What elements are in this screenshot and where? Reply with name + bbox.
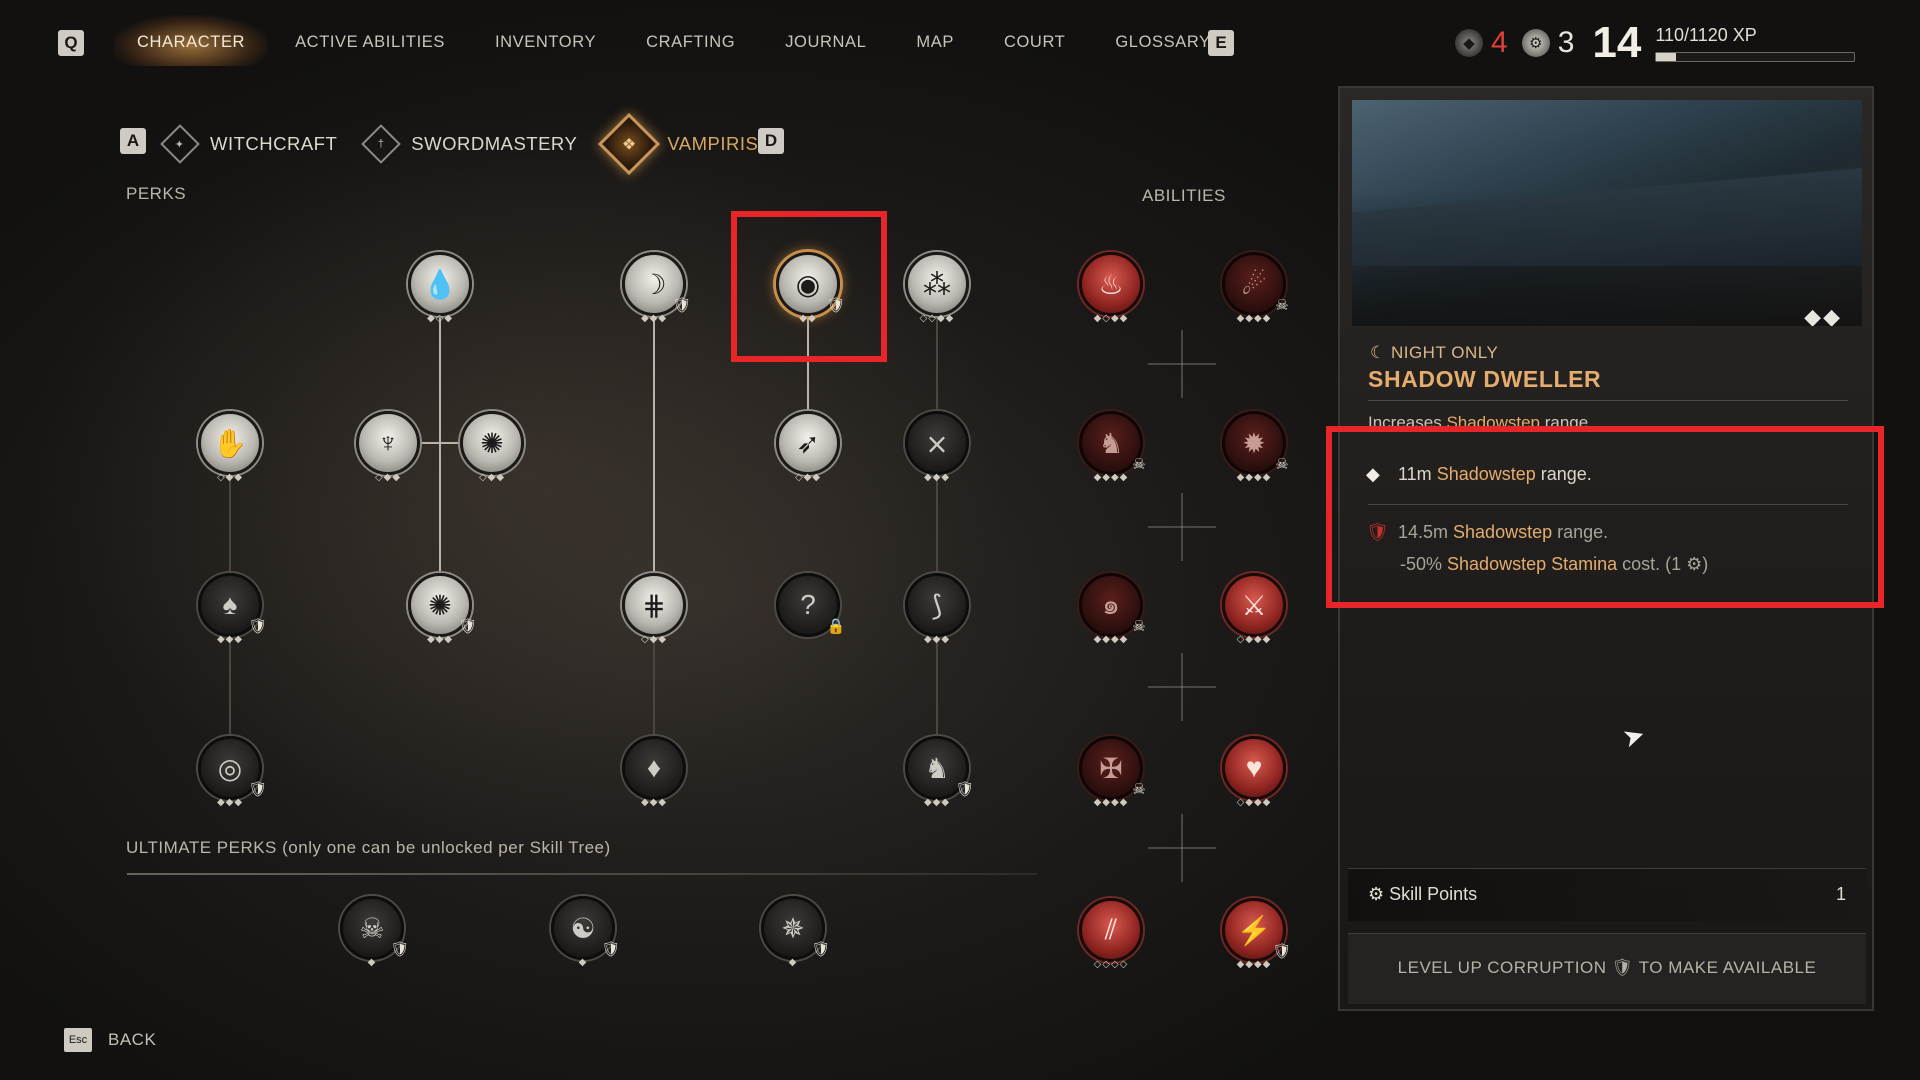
ability-connector: [1148, 653, 1216, 721]
xp-bar-fill: [1656, 52, 1676, 61]
fangs-icon: ♆: [356, 411, 420, 475]
perk-node[interactable]: ✺ ◇◆◆: [459, 410, 525, 483]
perk-node[interactable]: ♆ ◇◆◆: [355, 410, 421, 483]
perk-node[interactable]: ✋ ◇◆◆: [197, 410, 263, 483]
perk-node[interactable]: ♦ ◆◆◆: [621, 735, 687, 808]
ability-node[interactable]: ๑ ☠ ◆◆◆◆: [1078, 572, 1146, 645]
fanged-mouth-icon: ♨: [1079, 252, 1143, 316]
ultimate-perk-node[interactable]: ✵ 🛡 ◆: [760, 895, 831, 968]
ability-connector: [1148, 493, 1216, 561]
next-tab-key[interactable]: E: [1208, 30, 1234, 56]
ultimate-divider: [127, 873, 1037, 875]
perk-node[interactable]: ♠ 🛡 ◆◆◆: [197, 572, 268, 645]
xp-text: 110/1120 XP: [1655, 24, 1757, 45]
perk-node[interactable]: ♞ 🛡 ◆◆◆: [904, 735, 975, 808]
shadowstep-icon: ➶: [776, 411, 840, 475]
perk-node-locked[interactable]: ? 🔒: [775, 572, 845, 638]
ability-node[interactable]: ♨ ◆◇◆◆: [1078, 251, 1144, 324]
ability-node[interactable]: ♞ ☠ ◆◆◆◆: [1078, 410, 1146, 483]
perk-preview-image: ◆◆: [1352, 100, 1862, 326]
skill-points-value: 1: [1835, 884, 1846, 904]
claw-icon: ⟆: [905, 573, 969, 637]
skill-point-icon: ⚙: [1368, 884, 1390, 904]
claw-marks-icon: ⨯: [905, 411, 969, 475]
skill-points-hud: 3: [1557, 26, 1575, 59]
ultimate-perk-node[interactable]: ☠ 🛡 ◆: [339, 895, 410, 968]
rank-effects-highlight: [1326, 426, 1884, 608]
night-only-tag: ☾ NIGHT ONLY: [1370, 343, 1499, 362]
heart-icon: ♥: [1222, 736, 1286, 800]
unlock-requirement: LEVEL UP CORRUPTION 🛡 TO MAKE AVAILABLE: [1348, 933, 1866, 1004]
perk-node[interactable]: ⁂ ◇◇◆◆: [904, 251, 970, 324]
selected-perk-highlight: [731, 211, 887, 362]
clawed-hand-icon: ✋: [198, 411, 262, 475]
esc-key: Esc: [64, 1028, 92, 1052]
perk-node[interactable]: ✺ 🛡 ◆◆◆: [407, 572, 478, 645]
abilities-heading: ABILITIES: [1142, 186, 1226, 205]
ability-node[interactable]: ⫽ ◇◇◇◇: [1078, 897, 1144, 970]
lock-icon: 🔒: [826, 618, 846, 635]
perk-node[interactable]: ☽ 🛡 ◆◆◆: [621, 251, 692, 324]
perk-node[interactable]: ⨯ ◆◆◆: [904, 410, 970, 483]
skill-points-row: ⚙ Skill Points 1: [1348, 868, 1866, 921]
ability-node[interactable]: ✹ ☠ ◆◆◆◆: [1221, 410, 1289, 483]
ultimate-perk-node[interactable]: ☯ 🛡 ◆: [550, 895, 621, 968]
ability-node[interactable]: ♥ ◇◆◆◆: [1221, 735, 1287, 808]
claw-slash-icon: ⫽: [1079, 898, 1143, 962]
skill-point-icon: ⚙: [1521, 29, 1550, 57]
ability-node[interactable]: ✠ ☠ ◆◆◆◆: [1078, 735, 1146, 808]
perk-title: SHADOW DWELLER: [1368, 366, 1602, 392]
ability-node[interactable]: ⚔ ◇◆◆◆: [1221, 572, 1287, 645]
back-label: BACK: [108, 1030, 157, 1049]
corruption-points: 4: [1491, 26, 1508, 59]
perk-node[interactable]: 💧 ◆◇◆: [407, 251, 473, 324]
xp-bar: [1655, 51, 1856, 62]
corruption-icon: ◆: [1455, 29, 1483, 57]
ultimate-perks-heading: ULTIMATE PERKS (only one can be unlocked…: [126, 838, 611, 857]
back-button[interactable]: Esc BACK: [64, 1028, 156, 1052]
wolf-leap-icon: ⚔: [1222, 573, 1286, 637]
blood-drops-icon: ⁂: [905, 252, 969, 316]
xp-meter: 110/1120 XP: [1655, 24, 1856, 62]
burst-icon: ✺: [460, 411, 524, 475]
blood-drop-icon: 💧: [408, 252, 472, 316]
perk-node[interactable]: ◎ 🛡 ◆◆◆: [197, 735, 268, 808]
ability-connector: [1148, 814, 1216, 882]
rank-diamonds-icon: ◆◆: [1804, 304, 1842, 326]
slash-icon: ⋕: [622, 573, 686, 637]
drop-icon: ♦: [622, 736, 686, 800]
player-stats: ◆ 4 ⚙ 3 14 110/1120 XP: [1455, 18, 1856, 68]
ability-node[interactable]: ⚡ 🛡 ◆◆◆◆: [1221, 897, 1292, 970]
perk-node[interactable]: ➶ ◇◆◆: [775, 410, 841, 483]
player-level: 14: [1592, 18, 1642, 67]
perk-node[interactable]: ⋕ ◇◆◆: [621, 572, 687, 645]
perk-node[interactable]: ⟆ ◆◆◆: [904, 572, 970, 645]
ability-connector: [1148, 330, 1216, 398]
ability-node[interactable]: ☄ ☠ ◆◆◆◆: [1221, 251, 1289, 324]
